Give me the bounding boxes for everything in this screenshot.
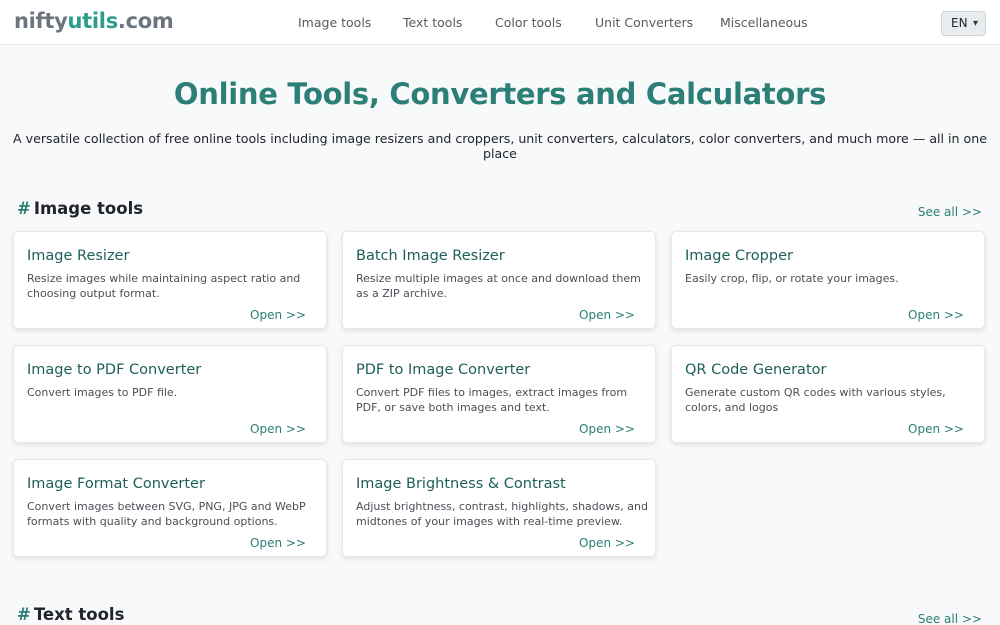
open-link[interactable]: Open >> <box>250 422 306 436</box>
tool-card-image-cropper[interactable]: Image Cropper Easily crop, flip, or rota… <box>671 231 985 329</box>
tool-card-image-resizer[interactable]: Image Resizer Resize images while mainta… <box>13 231 327 329</box>
card-description: Easily crop, flip, or rotate your images… <box>685 272 899 285</box>
open-link[interactable]: Open >> <box>908 422 964 436</box>
see-all-text-tools-link[interactable]: See all >> <box>918 612 982 625</box>
top-navbar: niftyutils.com Image tools Text tools Co… <box>0 0 1000 45</box>
section-title-text: Image tools <box>33 199 144 218</box>
open-link[interactable]: Open >> <box>579 536 635 550</box>
page-title: Online Tools, Converters and Calculators <box>173 77 827 111</box>
chevron-down-icon: ▾ <box>972 18 978 29</box>
tool-card-image-brightness-contrast[interactable]: Image Brightness & Contrast Adjust brigh… <box>342 459 656 557</box>
card-description: Convert images to PDF file. <box>27 386 178 399</box>
card-description: Convert images between SVG, PNG, JPG and… <box>27 500 306 528</box>
language-select[interactable]: EN ▾ <box>941 11 986 36</box>
card-title[interactable]: QR Code Generator <box>685 362 826 378</box>
tool-card-qr-code-generator[interactable]: QR Code Generator Generate custom QR cod… <box>671 345 985 443</box>
card-title[interactable]: Image Resizer <box>27 248 129 264</box>
hash-icon: # <box>17 199 31 218</box>
card-title[interactable]: PDF to Image Converter <box>356 362 530 378</box>
nav-miscellaneous[interactable]: Miscellaneous <box>720 15 808 30</box>
section-title-text: Text tools <box>33 605 125 624</box>
page-subtitle: A versatile collection of free online to… <box>13 131 987 161</box>
nav-image-tools[interactable]: Image tools <box>298 15 371 30</box>
nav-text-tools[interactable]: Text tools <box>403 15 462 30</box>
section-title-text-tools: # Text tools <box>17 605 124 624</box>
tool-card-batch-image-resizer[interactable]: Batch Image Resizer Resize multiple imag… <box>342 231 656 329</box>
section-title-image-tools: # Image tools <box>17 199 143 218</box>
card-title[interactable]: Image Format Converter <box>27 476 205 492</box>
card-title[interactable]: Image to PDF Converter <box>27 362 201 378</box>
tool-card-image-to-pdf[interactable]: Image to PDF Converter Convert images to… <box>13 345 327 443</box>
main-nav: Image tools Text tools Color tools Unit … <box>0 15 1000 35</box>
card-title[interactable]: Image Cropper <box>685 248 793 264</box>
card-description: Resize images while maintaining aspect r… <box>27 272 301 300</box>
hash-icon: # <box>17 605 31 624</box>
card-description: Generate custom QR codes with various st… <box>685 386 946 414</box>
open-link[interactable]: Open >> <box>579 422 635 436</box>
card-title[interactable]: Image Brightness & Contrast <box>356 476 566 492</box>
open-link[interactable]: Open >> <box>250 536 306 550</box>
see-all-image-tools-link[interactable]: See all >> <box>918 205 982 219</box>
nav-unit-converters[interactable]: Unit Converters <box>595 15 693 30</box>
nav-color-tools[interactable]: Color tools <box>495 15 562 30</box>
card-description: Resize multiple images at once and downl… <box>356 272 641 300</box>
card-description: Adjust brightness, contrast, highlights,… <box>356 500 648 528</box>
open-link[interactable]: Open >> <box>579 308 635 322</box>
open-link[interactable]: Open >> <box>908 308 964 322</box>
open-link[interactable]: Open >> <box>250 308 306 322</box>
tool-card-image-format-converter[interactable]: Image Format Converter Convert images be… <box>13 459 327 557</box>
tool-card-pdf-to-image[interactable]: PDF to Image Converter Convert PDF files… <box>342 345 656 443</box>
card-description: Convert PDF files to images, extract ima… <box>356 386 628 414</box>
language-value: EN <box>951 16 968 30</box>
card-title[interactable]: Batch Image Resizer <box>356 248 505 264</box>
